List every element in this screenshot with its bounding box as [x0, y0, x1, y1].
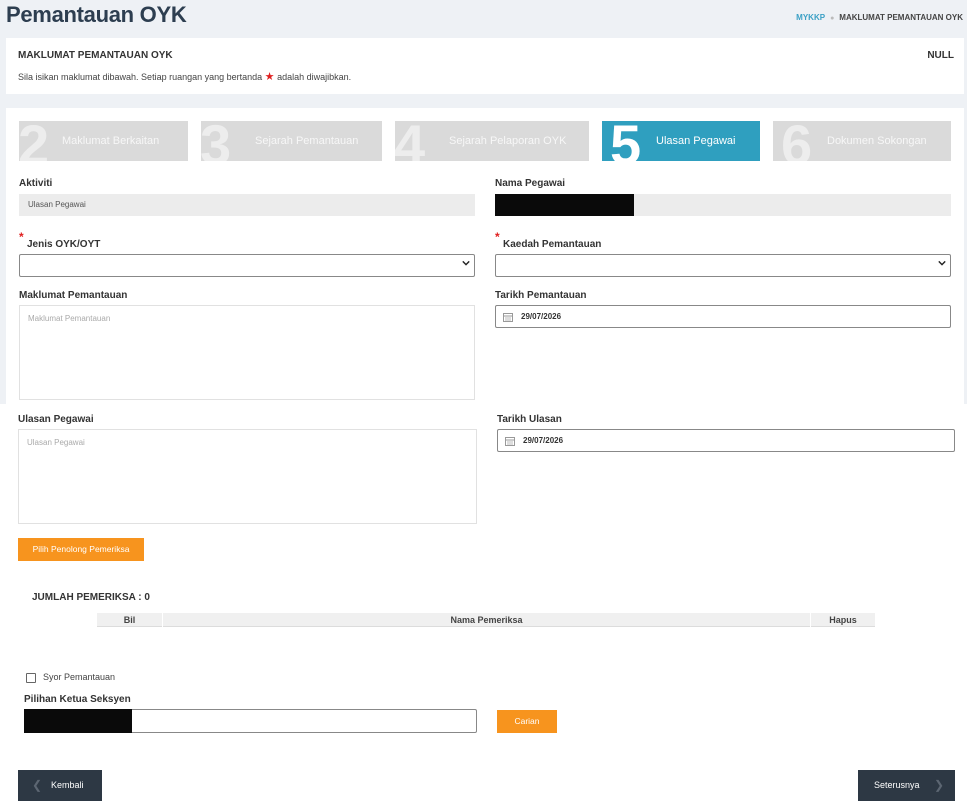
required-mark: *: [19, 230, 24, 244]
tarikh-pemantauan-label: Tarikh Pemantauan: [495, 290, 587, 301]
aktiviti-label: Aktiviti: [19, 178, 53, 189]
step-label: Ulasan Pegawai: [656, 135, 736, 147]
maklumat-textarea[interactable]: Maklumat Pemantauan: [19, 305, 475, 400]
info-card: [6, 38, 964, 94]
breadcrumb-current: MAKLUMAT PEMANTAUAN OYK: [839, 13, 963, 22]
redacted-value: [24, 709, 132, 733]
wizard-step-5[interactable]: 5 Ulasan Pegawai: [602, 121, 760, 161]
calendar-icon: [503, 313, 513, 322]
chevron-down-icon: [462, 260, 470, 266]
ulasan-label: Ulasan Pegawai: [18, 414, 94, 425]
kembali-button[interactable]: ❮ Kembali: [18, 770, 102, 801]
tarikh-ulasan-label: Tarikh Ulasan: [497, 414, 562, 425]
jenis-oyk-label: Jenis OYK/OYT: [27, 239, 101, 250]
wizard-step-4[interactable]: 4 Sejarah Pelaporan OYK: [395, 121, 589, 161]
section-description: Sila isikan maklumat dibawah. Setiap rua…: [18, 70, 351, 83]
wizard-step-3[interactable]: 3 Sejarah Pemantauan: [201, 121, 382, 161]
aktiviti-field: Ulasan Pegawai: [19, 194, 475, 216]
maklumat-label: Maklumat Pemantauan: [19, 290, 128, 301]
chevron-right-icon: ❯: [934, 778, 945, 792]
step-number: 6: [781, 121, 813, 161]
kembali-label: Kembali: [51, 780, 84, 790]
date-value: 29/07/2026: [523, 436, 564, 445]
description-text: Sila isikan maklumat dibawah. Setiap rua…: [18, 72, 263, 82]
kaedah-label: Kaedah Pemantauan: [503, 239, 602, 250]
jenis-oyk-select[interactable]: [19, 254, 475, 277]
ketua-seksyen-input[interactable]: [24, 709, 477, 733]
pilih-penolong-button[interactable]: Pilih Penolong Pemeriksa: [18, 538, 144, 561]
tarikh-pemantauan-input[interactable]: 29/07/2026: [495, 305, 951, 328]
ulasan-textarea[interactable]: Ulasan Pegawai: [18, 429, 477, 524]
calendar-icon: [505, 437, 515, 446]
nama-pegawai-label: Nama Pegawai: [495, 178, 566, 189]
nama-pegawai-field: [495, 194, 951, 216]
description-text-end: adalah diwajibkan.: [277, 72, 352, 82]
kaedah-select[interactable]: [495, 254, 951, 277]
step-number: 3: [201, 121, 232, 161]
step-number: 5: [610, 121, 642, 161]
breadcrumb: MYKKP ● MAKLUMAT PEMANTAUAN OYK: [796, 13, 963, 22]
required-star-icon: ★: [264, 71, 275, 83]
jumlah-pemeriksa: JUMLAH PEMERIKSA : 0: [32, 592, 150, 603]
step-number: 4: [395, 121, 426, 161]
breadcrumb-home-link[interactable]: MYKKP: [796, 13, 825, 22]
step-label: Dokumen Sokongan: [827, 135, 927, 147]
chevron-down-icon: [938, 260, 946, 266]
column-header-nama: Nama Pemeriksa: [162, 613, 810, 627]
required-mark: *: [495, 230, 500, 244]
status-text: NULL: [927, 50, 954, 61]
carian-button[interactable]: Carian: [497, 710, 557, 733]
seterusnya-label: Seterusnya: [874, 780, 920, 790]
column-header-hapus: Hapus: [810, 613, 875, 627]
breadcrumb-separator-icon: ●: [830, 15, 835, 22]
syor-checkbox[interactable]: [26, 673, 36, 683]
tarikh-ulasan-input[interactable]: 29/07/2026: [497, 429, 955, 452]
date-value: 29/07/2026: [521, 312, 562, 321]
wizard-step-2[interactable]: 2 Maklumat Berkaitan: [19, 121, 188, 161]
redacted-name: [495, 194, 634, 216]
step-label: Maklumat Berkaitan: [62, 135, 160, 147]
page-title: Pemantauan OYK: [6, 2, 187, 27]
seterusnya-button[interactable]: Seterusnya ❯: [858, 770, 955, 801]
syor-label: Syor Pemantauan: [43, 672, 116, 682]
section-title: MAKLUMAT PEMANTAUAN OYK: [18, 50, 173, 61]
step-label: Sejarah Pemantauan: [255, 135, 359, 147]
table-header: Bil Nama Pemeriksa Hapus: [97, 613, 875, 627]
step-number: 2: [19, 121, 50, 161]
wizard-step-6[interactable]: 6 Dokumen Sokongan: [773, 121, 951, 161]
column-header-bil: Bil: [123, 615, 136, 625]
ketua-seksyen-label: Pilihan Ketua Seksyen: [24, 694, 131, 705]
chevron-left-icon: ❮: [32, 778, 43, 792]
step-label: Sejarah Pelaporan OYK: [449, 135, 567, 147]
